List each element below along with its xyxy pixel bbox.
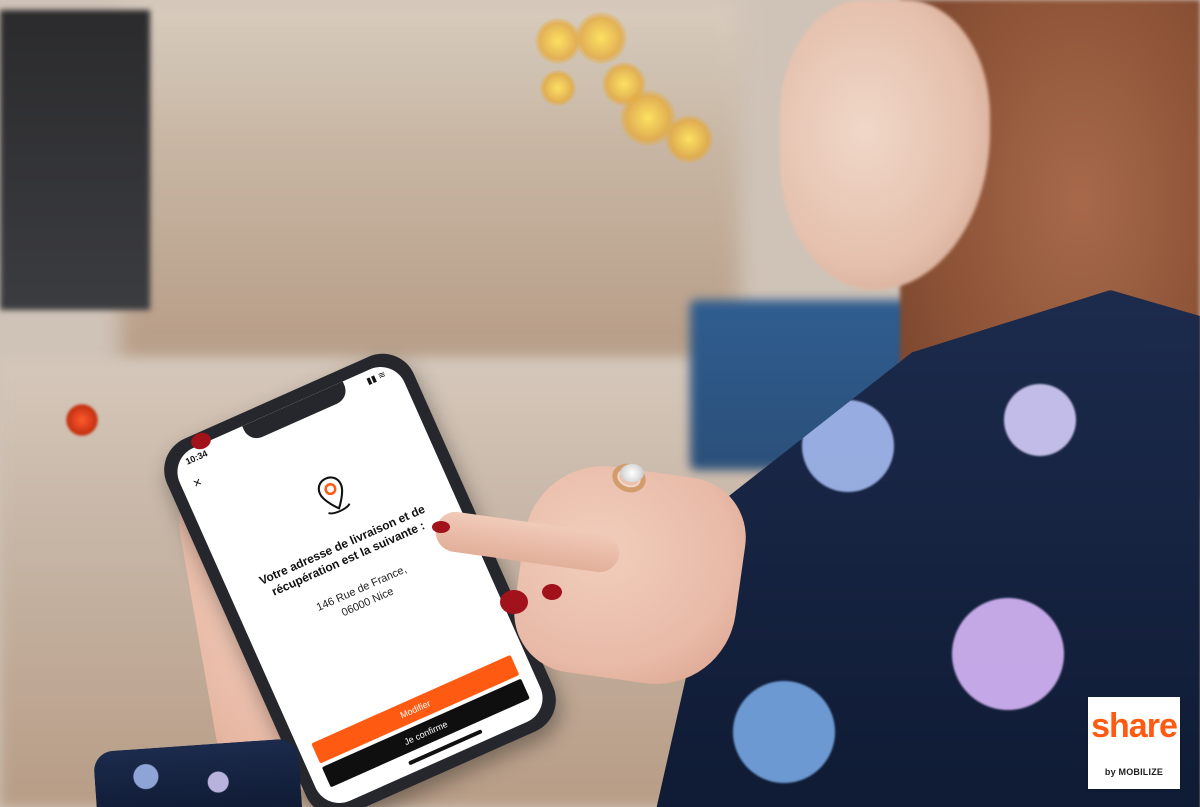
bokeh-light: [665, 115, 713, 163]
photo-scene: 10:34 ▮▮ ≋ × Votre adresse de livraison …: [0, 0, 1200, 807]
share-logo: share by MOBILIZE: [1088, 697, 1180, 789]
location-pin-icon: [317, 476, 351, 515]
red-nail: [500, 590, 528, 614]
bokeh-light: [575, 12, 627, 64]
red-nail: [432, 521, 450, 533]
close-icon[interactable]: ×: [190, 473, 204, 491]
logo-subtext: by MOBILIZE: [1104, 767, 1164, 777]
red-light: [65, 403, 99, 437]
bokeh-light: [540, 70, 576, 106]
status-time: 10:34: [183, 448, 210, 467]
logo-text: share: [1091, 707, 1178, 745]
red-nail: [542, 584, 562, 600]
status-icons: ▮▮ ≋: [364, 368, 388, 387]
ring-stone: [620, 464, 644, 482]
bokeh-light: [535, 18, 581, 64]
background-shelf: [120, 0, 740, 360]
background-tv: [0, 10, 150, 310]
